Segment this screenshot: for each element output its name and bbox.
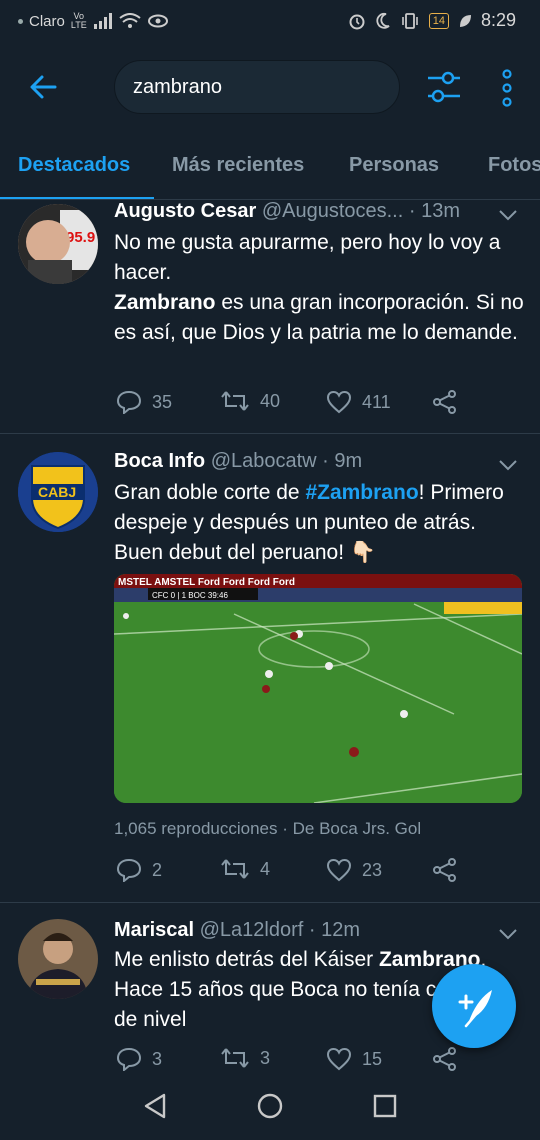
share-button[interactable]: [432, 390, 458, 414]
author-name[interactable]: Mariscal: [114, 919, 194, 941]
share-button[interactable]: [432, 1047, 458, 1071]
carrier-name: Claro: [29, 12, 65, 30]
retweet-count: 40: [260, 390, 281, 411]
scorebug: CFC 0 | 1 BOC 39:46: [152, 591, 228, 600]
more-options-icon[interactable]: [496, 68, 518, 108]
search-header: zambrano: [0, 44, 540, 134]
search-tabs: Destacados Más recientes Personas Fotos: [0, 134, 540, 200]
reply-button[interactable]: 3: [116, 1047, 162, 1071]
reply-icon: [116, 390, 142, 414]
video-view-count: 1,065 reproducciones · De Boca Jrs. Gol: [114, 819, 422, 838]
avatar[interactable]: 95.9: [18, 204, 98, 284]
tweet-time: · 9m: [322, 450, 363, 472]
like-button[interactable]: 15: [326, 1047, 382, 1071]
reply-count: 3: [152, 1048, 163, 1069]
clock: 8:29: [480, 10, 516, 30]
like-count: 23: [362, 859, 383, 880]
chevron-down-icon[interactable]: [498, 459, 518, 471]
notification-dot-icon: [18, 18, 23, 24]
search-query: zambrano: [133, 76, 222, 98]
moon-icon: [376, 12, 390, 29]
nav-home-icon[interactable]: [256, 1092, 284, 1120]
retweet-icon: [221, 859, 249, 879]
reply-icon: [116, 1047, 142, 1071]
highlighted-keyword: Zambrano: [114, 291, 216, 314]
tab-destacados[interactable]: Destacados: [18, 154, 130, 177]
retweet-count: 4: [260, 858, 271, 879]
heart-icon: [326, 390, 352, 414]
nav-back-icon[interactable]: [142, 1092, 168, 1120]
search-input[interactable]: zambrano: [114, 60, 400, 114]
tweet-text: No me gusta apurarme, pero hoy lo voy a …: [114, 231, 524, 344]
status-bar: Claro Vo LTE 14 8:29: [0, 0, 540, 44]
reply-count: 35: [152, 391, 173, 412]
eye-icon: [147, 14, 168, 28]
tab-mas-recientes[interactable]: Más recientes: [172, 154, 304, 177]
like-count: 15: [362, 1048, 383, 1069]
share-icon: [433, 858, 456, 882]
tab-fotos[interactable]: Fotos: [488, 154, 540, 177]
like-button[interactable]: 23: [326, 858, 382, 882]
volte-icon: Vo LTE: [70, 11, 87, 30]
reply-count: 2: [152, 859, 163, 880]
retweet-icon: [221, 1048, 249, 1068]
author-handle[interactable]: @Augustoces...: [262, 200, 403, 222]
share-icon: [433, 390, 456, 414]
tweet-time: · 12m: [308, 919, 361, 941]
author-handle[interactable]: @Labocatw: [211, 450, 317, 472]
reply-button[interactable]: 2: [116, 858, 162, 882]
like-count: 411: [362, 391, 391, 412]
battery-indicator: 14: [428, 12, 449, 29]
retweet-button[interactable]: 40: [220, 390, 280, 412]
tweet-actions: 3 3 15: [114, 1047, 514, 1077]
share-icon: [433, 1047, 456, 1071]
reply-button[interactable]: 35: [116, 390, 172, 414]
retweet-button[interactable]: 4: [220, 858, 270, 880]
share-button[interactable]: [432, 858, 458, 882]
author-handle[interactable]: @La12ldorf: [200, 919, 304, 941]
tab-personas[interactable]: Personas: [349, 154, 439, 177]
retweet-icon: [221, 391, 249, 411]
leaf-icon: [459, 14, 471, 27]
tweet-time: · 13m: [408, 200, 460, 222]
svg-text:95.9: 95.9: [66, 229, 95, 246]
compose-tweet-button[interactable]: [432, 964, 516, 1048]
chevron-down-icon[interactable]: [498, 209, 518, 221]
wifi-icon: [119, 13, 141, 28]
system-navigation-bar: [0, 1074, 540, 1140]
author-name[interactable]: Boca Info: [114, 450, 205, 472]
back-arrow-icon[interactable]: [28, 72, 58, 102]
stadium-ads: MSTEL AMSTEL Ford Ford Ford Ford: [118, 577, 295, 588]
tweet-text: Gran doble corte de #Zambrano! Primero d…: [114, 481, 504, 564]
search-filter-icon[interactable]: [426, 70, 462, 104]
avatar[interactable]: CABJ: [18, 452, 98, 532]
signal-icon: [93, 13, 112, 29]
like-button[interactable]: 411: [326, 390, 391, 414]
hashtag-link[interactable]: #Zambrano: [305, 481, 418, 504]
svg-text:CABJ: CABJ: [38, 484, 76, 500]
author-name[interactable]: Augusto Cesar: [114, 200, 256, 222]
heart-icon: [326, 1047, 352, 1071]
heart-icon: [326, 858, 352, 882]
tweet-actions: 35 40 411: [114, 390, 514, 420]
compose-feather-icon: [458, 990, 492, 1028]
retweet-button[interactable]: 3: [220, 1047, 270, 1069]
video-thumbnail[interactable]: MSTEL AMSTEL Ford Ford Ford Ford CFC 0 |…: [114, 574, 522, 803]
nav-recents-icon[interactable]: [372, 1092, 398, 1120]
avatar[interactable]: [18, 919, 98, 999]
chevron-down-icon[interactable]: [498, 928, 518, 940]
vibrate-icon: [401, 12, 418, 29]
alarm-icon: [349, 14, 365, 29]
retweet-count: 3: [260, 1047, 271, 1068]
tweet[interactable]: 95.9 Augusto Cesar @Augustoces... · 13m …: [0, 200, 540, 434]
tweet-actions: 2 4 23: [114, 858, 514, 888]
reply-icon: [116, 858, 142, 882]
